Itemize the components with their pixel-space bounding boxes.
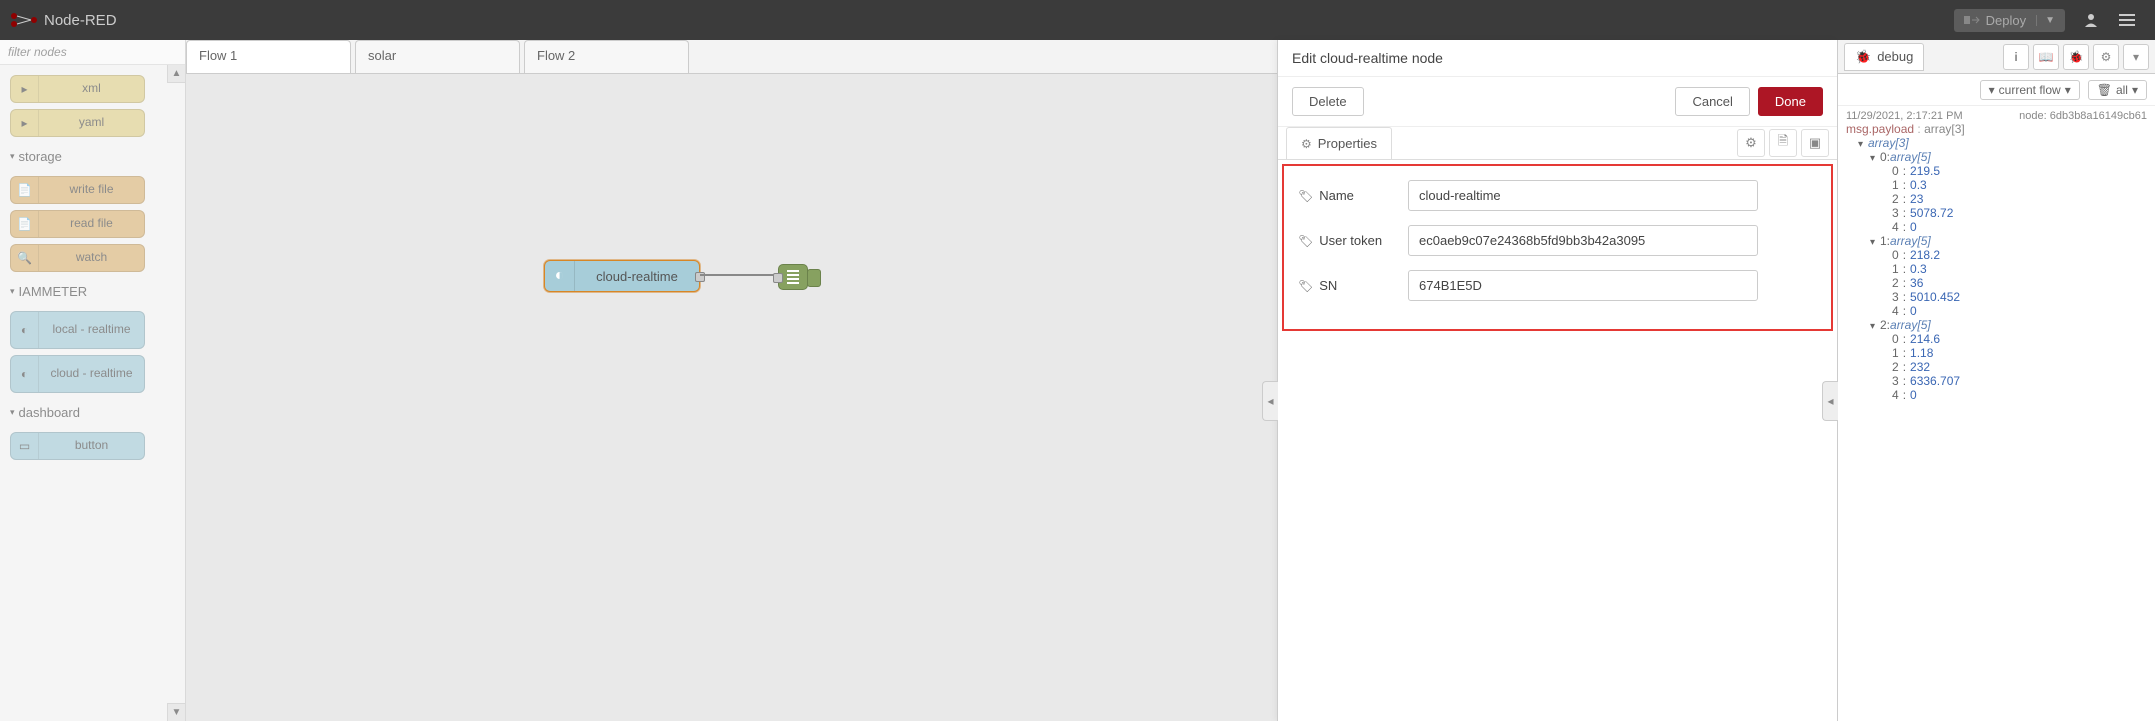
json-item-0[interactable]: ▾0: array[5] <box>1846 150 2147 164</box>
file-icon: 📄 <box>11 177 39 203</box>
tag-icon: 🏷 <box>1298 189 1313 203</box>
msg-topic-key[interactable]: msg.payload <box>1846 122 1914 136</box>
chevron-down-icon: ▾ <box>10 286 15 297</box>
msg-node-id[interactable]: node: 6db3b8a16149cb61 <box>2019 110 2147 122</box>
tab-flow-2[interactable]: Flow 2 <box>524 40 689 73</box>
info-button[interactable]: i <box>2003 44 2029 70</box>
tag-icon: 🏷 <box>1298 279 1313 293</box>
input-port[interactable] <box>773 273 783 283</box>
chevron-down-icon: ▾ <box>10 151 15 162</box>
properties-form: 🏷Name 🏷User token 🏷SN <box>1282 164 1833 331</box>
app-header: Node-RED Deploy ▼ <box>0 0 2155 40</box>
node-appearance-button[interactable]: ▣ <box>1801 129 1829 157</box>
msg-topic-type: array[3] <box>1924 122 1965 136</box>
app-logo: Node-RED <box>10 12 117 29</box>
delete-button[interactable]: Delete <box>1292 87 1364 116</box>
palette-node-local-realtime[interactable]: ◐ local - realtime <box>10 311 145 349</box>
tab-flow-1[interactable]: Flow 1 <box>186 40 351 73</box>
chevron-down-icon[interactable]: ▾ <box>2123 44 2149 70</box>
help-button[interactable]: 📖 <box>2033 44 2059 70</box>
tray-resize-handle[interactable]: ◂ <box>1262 381 1278 421</box>
gear-icon: ⚙ <box>2101 50 2112 64</box>
palette-node-yaml[interactable]: ▸ yaml <box>10 109 145 137</box>
bug-icon: 🐞 <box>2069 50 2084 64</box>
deploy-icon <box>1964 14 1980 26</box>
chevron-down-icon: ▾ <box>10 407 15 418</box>
workspace: Flow 1 solar Flow 2 ◐ cloud-realtime ◂ E… <box>186 40 1837 721</box>
json-root[interactable]: ▾array[3] <box>1846 136 2147 150</box>
node-description-button[interactable]: 🗎 <box>1769 129 1797 157</box>
debug-sidebar: ◂ 🐞 debug i 📖 🐞 ⚙ ▾ ▾ current flow ▾ 🗑 a… <box>1837 40 2155 721</box>
filter-button[interactable]: ▾ current flow ▾ <box>1980 80 2080 100</box>
gauge-icon: ◐ <box>545 261 575 291</box>
name-label: 🏷Name <box>1298 188 1408 203</box>
chevron-down-icon: ▾ <box>2132 83 2138 97</box>
cancel-button[interactable]: Cancel <box>1675 87 1749 116</box>
deploy-button[interactable]: Deploy ▼ <box>1954 9 2065 32</box>
file-icon: 📄 <box>11 211 39 237</box>
sidebar-resize-handle[interactable]: ◂ <box>1822 381 1838 421</box>
chevron-down-icon: ▼ <box>2036 15 2055 26</box>
properties-tab[interactable]: ⚙ Properties <box>1286 127 1392 159</box>
edit-node-tray: ◂ Edit cloud-realtime node Delete Cancel… <box>1277 40 1837 721</box>
user-token-input[interactable] <box>1408 225 1758 256</box>
name-input[interactable] <box>1408 180 1758 211</box>
parser-icon: ▸ <box>11 76 39 102</box>
palette-category-dashboard[interactable]: ▾ dashboard <box>6 399 179 426</box>
appearance-icon: ▣ <box>1809 135 1821 151</box>
filter-icon: ▾ <box>1989 83 1995 97</box>
msg-timestamp: 11/29/2021, 2:17:21 PM <box>1846 110 1963 122</box>
palette-node-cloud-realtime[interactable]: ◐ cloud - realtime <box>10 355 145 393</box>
done-button[interactable]: Done <box>1758 87 1823 116</box>
search-icon: 🔍 <box>11 245 39 271</box>
node-red-logo-icon <box>10 12 38 28</box>
clear-button[interactable]: 🗑 all ▾ <box>2088 80 2147 100</box>
json-item-1[interactable]: ▾1: array[5] <box>1846 234 2147 248</box>
menu-icon[interactable] <box>2109 13 2145 27</box>
palette-node-write-file[interactable]: 📄 write file <box>10 176 145 204</box>
parser-icon: ▸ <box>11 110 39 136</box>
flow-node-debug[interactable] <box>778 264 808 290</box>
user-token-label: 🏷User token <box>1298 233 1408 248</box>
palette-node-watch[interactable]: 🔍 watch <box>10 244 145 272</box>
debug-messages: 11/29/2021, 2:17:21 PM node: 6db3b8a1614… <box>1838 106 2155 721</box>
palette-node-button[interactable]: ▭ button <box>10 432 145 460</box>
edit-tray-title: Edit cloud-realtime node <box>1278 40 1837 77</box>
palette-category-storage[interactable]: ▾ storage <box>6 143 179 170</box>
sn-label: 🏷SN <box>1298 278 1408 293</box>
gear-icon: ⚙ <box>1745 135 1757 151</box>
json-item-2[interactable]: ▾2: array[5] <box>1846 318 2147 332</box>
gauge-icon: ◐ <box>11 356 39 392</box>
tab-solar[interactable]: solar <box>355 40 520 73</box>
bug-icon: 🐞 <box>1855 49 1871 65</box>
tag-icon: 🏷 <box>1298 234 1313 248</box>
gauge-icon: ◐ <box>11 312 39 348</box>
wire <box>700 274 778 276</box>
app-title: Node-RED <box>44 12 117 29</box>
debug-icon <box>787 270 799 284</box>
palette-node-xml[interactable]: ▸ xml <box>10 75 145 103</box>
node-settings-button[interactable]: ⚙ <box>1737 129 1765 157</box>
user-icon[interactable] <box>2073 12 2109 28</box>
palette-node-read-file[interactable]: 📄 read file <box>10 210 145 238</box>
book-icon: 📖 <box>2039 50 2054 64</box>
chevron-down-icon: ▾ <box>2065 83 2071 97</box>
node-palette: ▲ ▼ ▸ xml ▸ yaml ▾ storage 📄 write file … <box>0 40 186 721</box>
palette-filter-input[interactable] <box>0 40 185 65</box>
sn-input[interactable] <box>1408 270 1758 301</box>
trash-icon: 🗑 <box>2097 83 2112 97</box>
debug-toggle[interactable] <box>807 269 821 287</box>
document-icon: 🗎 <box>1778 132 1788 154</box>
debug-tab[interactable]: 🐞 debug <box>1844 43 1924 71</box>
debug-button[interactable]: 🐞 <box>2063 44 2089 70</box>
button-icon: ▭ <box>11 433 39 459</box>
config-button[interactable]: ⚙ <box>2093 44 2119 70</box>
palette-category-iammeter[interactable]: ▾ IAMMETER <box>6 278 179 305</box>
flow-node-cloud-realtime[interactable]: ◐ cloud-realtime <box>544 260 700 292</box>
gear-icon: ⚙ <box>1301 137 1312 151</box>
